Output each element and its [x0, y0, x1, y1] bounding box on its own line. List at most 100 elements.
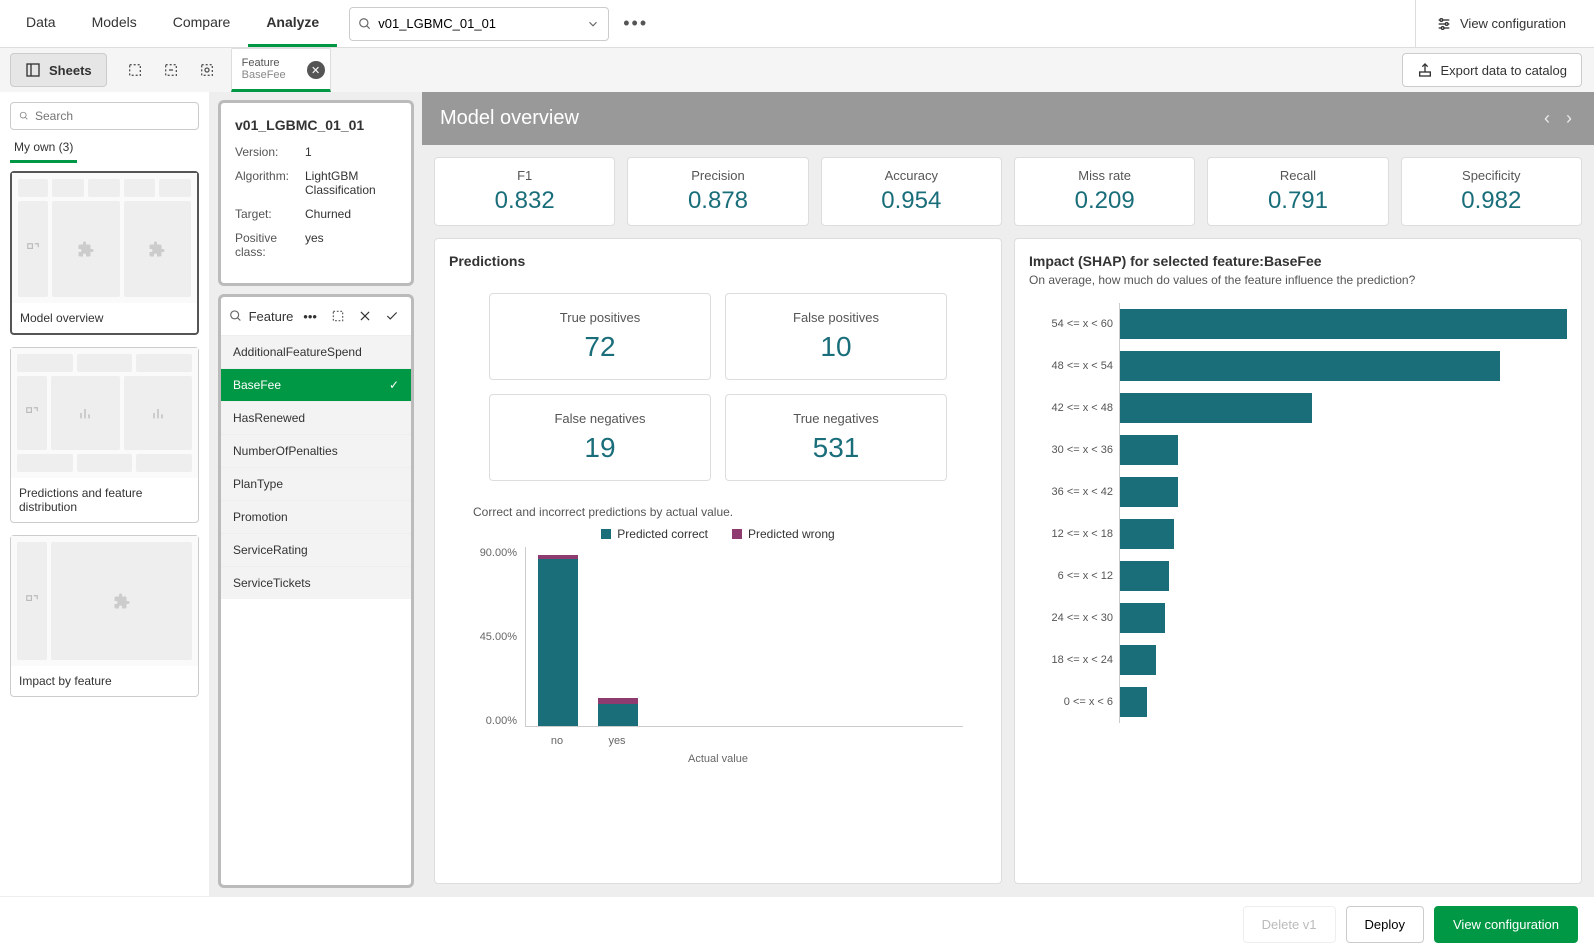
prev-sheet[interactable]: ‹: [1540, 104, 1554, 133]
shap-row: 54 <= x < 60: [1029, 303, 1567, 345]
shap-row: 24 <= x < 30: [1029, 597, 1567, 639]
shap-row: 48 <= x < 54: [1029, 345, 1567, 387]
expand-icon: [25, 406, 39, 420]
selection-tool-1[interactable]: [121, 56, 149, 84]
feature-item[interactable]: NumberOfPenalties: [221, 434, 411, 467]
shap-title: Impact (SHAP) for selected feature:BaseF…: [1029, 253, 1567, 269]
model-search[interactable]: [349, 7, 609, 41]
shap-bar-chart: 54 <= x < 6048 <= x < 5442 <= x < 4830 <…: [1029, 303, 1567, 723]
feature-list-panel: Feature ••• AdditionalFeatureSpendBaseFe…: [218, 294, 414, 888]
shap-row: 36 <= x < 42: [1029, 471, 1567, 513]
search-icon: [19, 110, 29, 122]
sheets-label: Sheets: [49, 63, 92, 78]
metric-card: Accuracy0.954: [821, 157, 1002, 226]
export-label: Export data to catalog: [1441, 63, 1567, 78]
metric-card: Miss rate0.209: [1014, 157, 1195, 226]
shap-row: 42 <= x < 48: [1029, 387, 1567, 429]
search-icon[interactable]: [229, 309, 243, 323]
feature-item[interactable]: HasRenewed: [221, 401, 411, 434]
feature-item[interactable]: AdditionalFeatureSpend: [221, 335, 411, 368]
shap-subtitle: On average, how much do values of the fe…: [1029, 273, 1567, 287]
search-icon: [358, 17, 372, 31]
predictions-bar-chart: 90.00% 45.00% 0.00% noyes: [473, 547, 963, 747]
sidebar-search-input[interactable]: [35, 109, 190, 123]
tab-compare[interactable]: Compare: [155, 0, 249, 47]
shap-row: 0 <= x < 6: [1029, 681, 1567, 723]
confusion-box: False negatives19: [489, 394, 711, 481]
sheets-sidebar: My own (3) Model overview: [0, 92, 210, 896]
metric-card: Precision0.878: [627, 157, 808, 226]
thumb-label: Predictions and feature distribution: [11, 478, 198, 522]
feature-filter-tab[interactable]: Feature BaseFee ✕: [231, 48, 331, 92]
page-header: Model overview ‹ ›: [422, 92, 1594, 145]
feature-item[interactable]: BaseFee✓: [221, 368, 411, 401]
sidebar-search[interactable]: [10, 102, 199, 130]
feature-item[interactable]: ServiceTickets: [221, 566, 411, 599]
tab-data[interactable]: Data: [8, 0, 74, 47]
model-info-card: v01_LGBMC_01_01 Version:1 Algorithm:Ligh…: [218, 100, 414, 286]
puzzle-icon: [77, 240, 95, 258]
selection-icon[interactable]: [327, 305, 348, 327]
next-sheet[interactable]: ›: [1562, 104, 1576, 133]
export-data-button[interactable]: Export data to catalog: [1402, 53, 1582, 87]
feature-item[interactable]: PlanType: [221, 467, 411, 500]
bar-stack: [538, 547, 578, 726]
pred-xlabel: Actual value: [449, 753, 987, 765]
shap-row: 18 <= x < 24: [1029, 639, 1567, 681]
feature-item[interactable]: Promotion: [221, 500, 411, 533]
view-configuration-link[interactable]: View configuration: [1415, 0, 1586, 48]
sheet-thumb-predictions[interactable]: Predictions and feature distribution: [10, 347, 199, 523]
sheets-button[interactable]: Sheets: [10, 53, 107, 87]
confusion-box: True positives72: [489, 293, 711, 380]
tab-models[interactable]: Models: [74, 0, 155, 47]
top-tabs: Data Models Compare Analyze: [8, 0, 337, 47]
bar-stack: [598, 547, 638, 726]
pred-legend: Predicted correct Predicted wrong: [449, 527, 987, 541]
delete-button: Delete v1: [1243, 906, 1336, 943]
feature-item[interactable]: ServiceRating: [221, 533, 411, 566]
metric-card: Specificity0.982: [1401, 157, 1582, 226]
puzzle-icon: [113, 592, 131, 610]
page-title: Model overview: [440, 107, 1540, 130]
check-icon: ✓: [389, 378, 399, 392]
shap-row: 12 <= x < 18: [1029, 513, 1567, 555]
close-icon[interactable]: [354, 305, 375, 327]
close-icon[interactable]: ✕: [307, 61, 325, 79]
bar-chart-icon: [77, 405, 93, 421]
sheet-thumb-model-overview[interactable]: Model overview: [10, 171, 199, 335]
view-configuration-button[interactable]: View configuration: [1434, 906, 1578, 943]
deploy-button[interactable]: Deploy: [1346, 906, 1424, 943]
shap-panel: Impact (SHAP) for selected feature:BaseF…: [1014, 238, 1582, 884]
pred-chart-title: Correct and incorrect predictions by act…: [473, 505, 987, 519]
puzzle-icon: [148, 240, 166, 258]
more-menu[interactable]: •••: [609, 13, 662, 34]
thumb-label: Impact by feature: [11, 666, 198, 696]
model-search-input[interactable]: [378, 16, 582, 31]
metric-card: F10.832: [434, 157, 615, 226]
chevron-down-icon[interactable]: [586, 17, 600, 31]
thumb-label: Model overview: [12, 303, 197, 333]
expand-icon: [26, 242, 40, 256]
expand-icon: [25, 594, 39, 608]
layout-icon: [25, 62, 41, 78]
feature-panel-label: Feature: [249, 309, 294, 324]
selection-tool-2[interactable]: [157, 56, 185, 84]
confusion-box: True negatives531: [725, 394, 947, 481]
predictions-title: Predictions: [449, 253, 987, 269]
bar-chart-icon: [150, 405, 166, 421]
metrics-row: F10.832Precision0.878Accuracy0.954Miss r…: [422, 145, 1594, 238]
metric-card: Recall0.791: [1207, 157, 1388, 226]
sheet-thumb-impact[interactable]: Impact by feature: [10, 535, 199, 697]
footer-actions: Delete v1 Deploy View configuration: [0, 896, 1594, 952]
shap-row: 30 <= x < 36: [1029, 429, 1567, 471]
my-own-tab[interactable]: My own (3): [10, 130, 77, 163]
view-config-label: View configuration: [1460, 16, 1566, 31]
confirm-icon[interactable]: [382, 305, 403, 327]
selection-tool-3[interactable]: [193, 56, 221, 84]
confusion-box: False positives10: [725, 293, 947, 380]
export-icon: [1417, 62, 1433, 78]
sliders-icon: [1436, 16, 1452, 32]
more-icon[interactable]: •••: [299, 305, 320, 327]
tab-analyze[interactable]: Analyze: [248, 0, 337, 47]
model-title: v01_LGBMC_01_01: [235, 117, 397, 133]
